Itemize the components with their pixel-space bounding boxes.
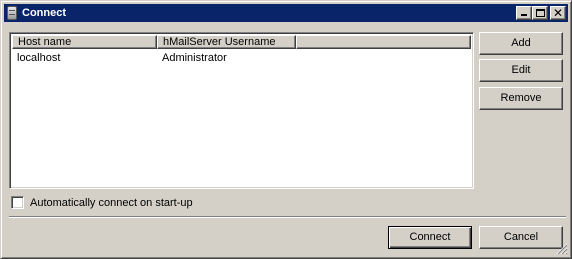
minimize-icon <box>521 14 527 16</box>
username-cell: Administrator <box>162 52 227 64</box>
resize-grip-icon[interactable] <box>556 243 568 255</box>
list-item[interactable]: localhost Administrator <box>12 51 296 65</box>
divider <box>9 216 566 218</box>
minimize-button[interactable] <box>516 6 532 20</box>
title-bar[interactable]: Connect ✕ <box>4 4 568 22</box>
column-header-empty[interactable] <box>296 35 471 49</box>
connect-button[interactable]: Connect <box>388 226 472 249</box>
auto-connect-option[interactable]: Automatically connect on start-up <box>11 196 193 209</box>
auto-connect-label: Automatically connect on start-up <box>30 196 193 209</box>
column-header-username[interactable]: hMailServer Username <box>157 35 296 49</box>
cancel-button[interactable]: Cancel <box>479 226 563 249</box>
close-button[interactable]: ✕ <box>550 6 566 20</box>
app-icon <box>7 6 17 20</box>
list-header: Host name hMailServer Username <box>12 35 471 49</box>
connect-dialog: Connect ✕ Host name hMailServer Username… <box>0 0 572 259</box>
auto-connect-checkbox[interactable] <box>11 196 24 209</box>
close-icon: ✕ <box>552 6 564 20</box>
window-title: Connect <box>22 7 66 19</box>
host-name-cell: localhost <box>17 52 61 64</box>
add-button[interactable]: Add <box>479 32 563 55</box>
edit-button[interactable]: Edit <box>479 59 563 82</box>
server-list[interactable]: Host name hMailServer Username localhost… <box>9 32 474 189</box>
maximize-icon <box>536 9 545 17</box>
column-header-host-name[interactable]: Host name <box>12 35 157 49</box>
caption-buttons: ✕ <box>516 6 566 20</box>
maximize-button[interactable] <box>532 6 548 20</box>
remove-button[interactable]: Remove <box>479 87 563 110</box>
